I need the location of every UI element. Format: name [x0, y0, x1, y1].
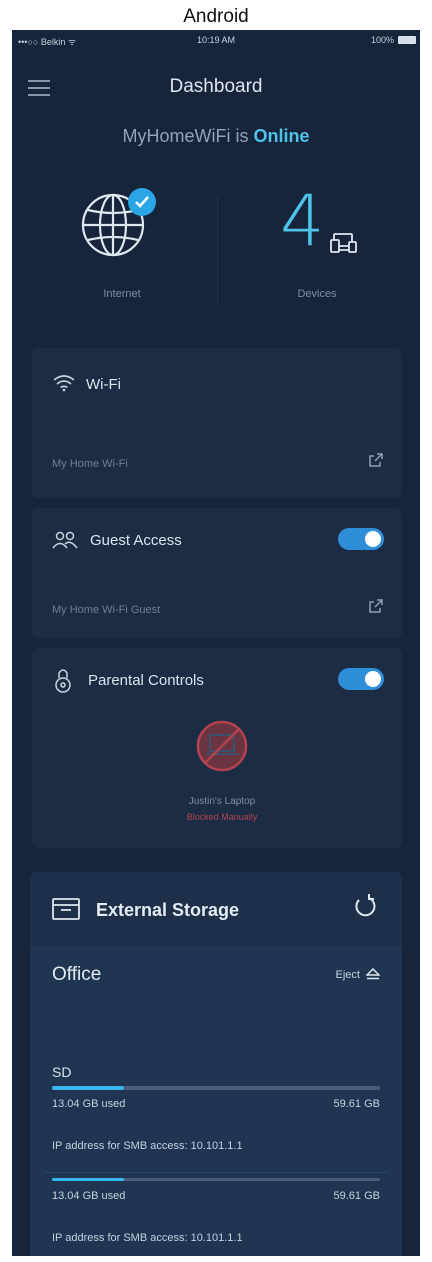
guest-title: Guest Access: [90, 532, 182, 549]
lock-icon: [55, 669, 71, 693]
devices-tile[interactable]: 4 Devices: [232, 180, 402, 310]
external-link-icon[interactable]: [368, 452, 384, 468]
guest-icon: [52, 531, 78, 549]
check-icon: [128, 188, 156, 216]
battery-percent: 100%: [370, 35, 394, 45]
eject-label: Eject: [335, 969, 360, 981]
total-space: 59.61 GB: [333, 1190, 380, 1202]
wifi-card[interactable]: Wi-Fi My Home Wi-Fi: [32, 348, 402, 498]
partition-divider: [44, 1172, 388, 1173]
devices-icon: [330, 233, 357, 253]
online-status: Online: [253, 126, 310, 146]
drive-name: Office: [52, 964, 102, 985]
external-link-icon[interactable]: [368, 598, 384, 614]
wifi-title: Wi-Fi: [86, 376, 121, 393]
external-storage-card: External Storage Office Eject SD 13.04 G…: [30, 872, 402, 1256]
storage-icon: [52, 898, 80, 920]
network-status: MyHomeWiFi is Online: [12, 126, 420, 147]
status-bar: •••○○ Belkin ᯤ 10:19 AM 100%: [12, 30, 420, 50]
caption: Android: [183, 6, 249, 27]
wifi-icon: [53, 375, 75, 392]
devices-label: Devices: [297, 288, 337, 300]
network-name: MyHomeWiFi is: [122, 126, 249, 146]
guest-network-name: My Home Wi-Fi Guest: [52, 604, 161, 616]
blocked-laptop-icon: [196, 720, 248, 772]
smb-address: IP address for SMB access: 10.101.1.1: [52, 1232, 243, 1244]
battery-icon: [398, 36, 416, 44]
parental-title: Parental Controls: [88, 672, 204, 689]
usage-bar: [52, 1178, 380, 1181]
devices-count: 4: [280, 180, 325, 262]
internet-tile[interactable]: Internet: [42, 180, 202, 310]
storage-title: External Storage: [96, 900, 240, 920]
page-title: Dashboard: [169, 76, 263, 97]
parental-controls-toggle[interactable]: [338, 668, 384, 690]
eject-button[interactable]: Eject: [336, 968, 380, 981]
usage-bar-fill: [52, 1086, 125, 1090]
used-space: 13.04 GB used: [52, 1098, 126, 1110]
phone-screen: •••○○ Belkin ᯤ 10:19 AM 100% Dashboard M…: [12, 30, 420, 1256]
internet-label: Internet: [103, 288, 141, 300]
smb-address: IP address for SMB access: 10.101.1.1: [52, 1140, 243, 1152]
partition-name: SD: [52, 1064, 72, 1080]
drive-panel: Office Eject SD 13.04 GB used 59.61 GB I…: [30, 946, 402, 1256]
tile-divider: [217, 195, 218, 305]
usage-bar-fill: [52, 1178, 125, 1181]
usage-bar: [52, 1086, 380, 1090]
blocked-device-name: Justin's Laptop: [188, 796, 256, 807]
blocked-device[interactable]: Justin's Laptop Blocked Manually: [162, 720, 282, 860]
total-space: 59.61 GB: [333, 1098, 380, 1110]
guest-access-card[interactable]: Guest Access My Home Wi-Fi Guest: [32, 508, 402, 638]
refresh-icon[interactable]: [354, 894, 376, 918]
guest-access-toggle[interactable]: [338, 528, 384, 550]
used-space: 13.04 GB used: [52, 1190, 126, 1202]
clock: 10:19 AM: [196, 35, 236, 45]
blocked-device-status: Blocked Manually: [186, 812, 258, 822]
eject-icon: [366, 968, 380, 980]
wifi-network-name: My Home Wi-Fi: [52, 458, 128, 470]
